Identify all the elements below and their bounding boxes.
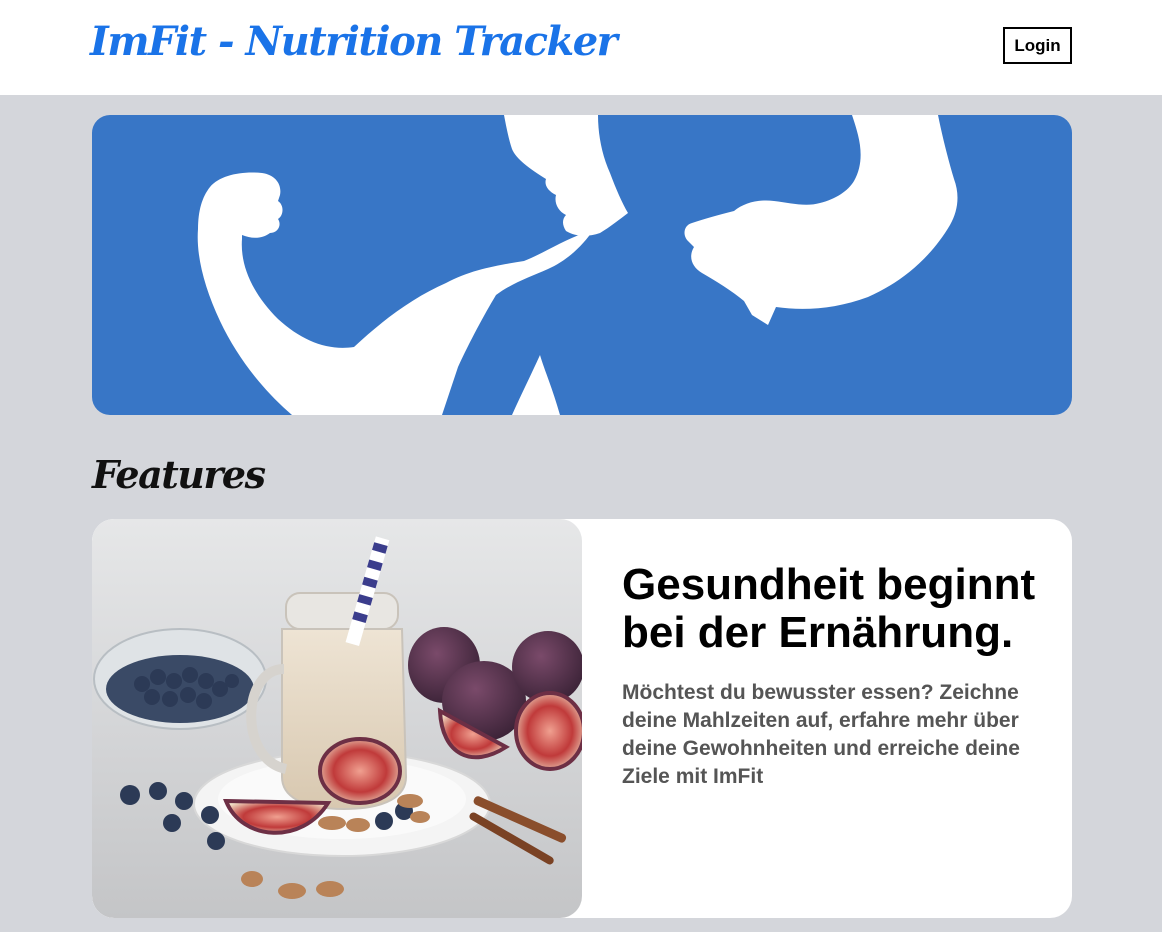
flexing-arms-icon <box>92 115 1072 415</box>
feature-card: Gesundheit beginnt bei der Ernährung. Mö… <box>92 519 1072 918</box>
login-button[interactable]: Login <box>1003 27 1072 64</box>
features-title: Features <box>92 452 266 497</box>
brand-logo[interactable]: ImFit - Nutrition Tracker <box>90 18 618 65</box>
feature-description: Möchtest du bewusster essen? Zeichne dei… <box>622 681 1020 788</box>
feature-heading: Gesundheit beginnt bei der Ernährung. <box>622 560 1036 657</box>
feature-text: Gesundheit beginnt bei der Ernährung. Mö… <box>622 561 1042 791</box>
site-header: ImFit - Nutrition Tracker Login <box>0 0 1162 95</box>
hero-banner <box>92 115 1072 415</box>
smoothie-with-figs-and-blueberries-photo <box>92 519 582 918</box>
